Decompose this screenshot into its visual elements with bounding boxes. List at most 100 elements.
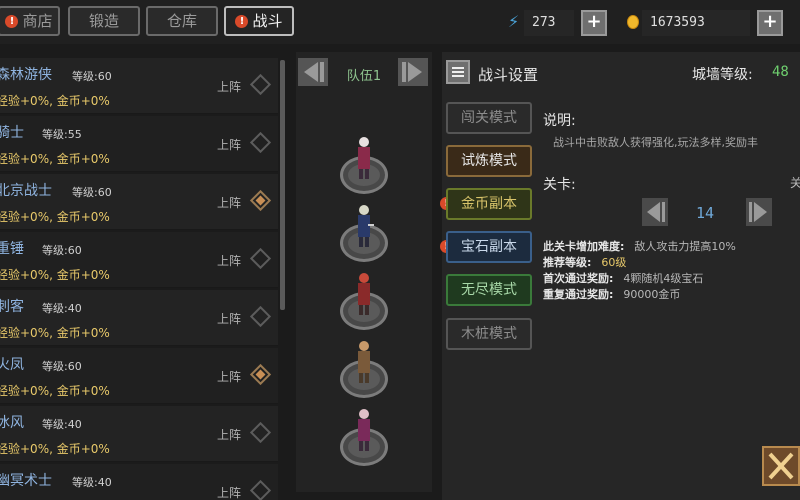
hero-level: 等级:40	[42, 302, 82, 315]
tab-battle-label: 战斗	[252, 12, 283, 30]
mode-dummy-button[interactable]: 木桩模式	[446, 318, 532, 350]
hero-name: 重锤	[0, 241, 24, 257]
deploy-label[interactable]: 上阵	[217, 252, 241, 269]
hero-row[interactable]: 骑士 等级:55 经验+0%, 金币+0% 上阵	[0, 116, 278, 172]
tab-warehouse[interactable]: 仓库	[146, 6, 218, 36]
stage-extra: 关	[790, 176, 800, 190]
hero-list-scrollbar[interactable]	[280, 60, 285, 310]
hero-sprite	[358, 205, 374, 247]
deploy-label[interactable]: 上阵	[217, 484, 241, 500]
repeat-clear-reward-label: 重复通过奖励:	[543, 288, 614, 301]
team-slot[interactable]	[340, 260, 388, 330]
team-panel: 队伍1	[296, 52, 432, 492]
deploy-toggle[interactable]	[249, 131, 272, 154]
alert-icon: !	[235, 15, 249, 28]
team-slot[interactable]	[340, 192, 388, 262]
team-slot[interactable]	[340, 328, 388, 398]
deploy-toggle[interactable]	[249, 73, 272, 96]
panel-title: 战斗设置	[478, 66, 539, 84]
deploy-label[interactable]: 上阵	[217, 368, 241, 385]
deploy-label[interactable]: 上阵	[217, 310, 241, 327]
mode-gem-dungeon-button[interactable]: 宝石副本	[446, 231, 532, 263]
hero-level: 等级:40	[42, 418, 82, 431]
difficulty-label: 此关卡增加难度:	[543, 240, 625, 253]
tab-forge[interactable]: 锻造	[68, 6, 140, 36]
first-clear-reward-value: 4颗随机4级宝石	[623, 272, 704, 285]
next-stage-button[interactable]	[746, 198, 772, 226]
wall-level-label: 城墙等级:	[692, 67, 753, 83]
mode-endless-button[interactable]: 无尽模式	[446, 274, 532, 306]
hero-bonus: 经验+0%, 金币+0%	[0, 442, 110, 456]
hero-sprite	[358, 273, 370, 315]
hero-name: 刺客	[0, 299, 24, 315]
mode-stage-button[interactable]: 闯关模式	[446, 102, 532, 134]
add-energy-button[interactable]: +	[581, 10, 607, 36]
deploy-label[interactable]: 上阵	[217, 136, 241, 153]
hero-name: 森林游侠	[0, 67, 52, 83]
stage-number: 14	[696, 204, 715, 222]
deploy-toggle[interactable]	[249, 479, 272, 500]
hero-name: 北京战士	[0, 183, 52, 199]
mode-gold-dungeon-button[interactable]: 金币副本	[446, 188, 532, 220]
hero-name: 幽冥术士	[0, 473, 52, 489]
hero-bonus: 经验+0%, 金币+0%	[0, 384, 110, 398]
hero-row[interactable]: 刺客 等级:40 经验+0%, 金币+0% 上阵	[0, 290, 278, 346]
deploy-label[interactable]: 上阵	[217, 78, 241, 95]
difficulty-row: 此关卡增加难度: 敌人攻击力提高10%	[543, 238, 736, 254]
hero-row[interactable]: 北京战士 等级:60 经验+0%, 金币+0% 上阵	[0, 174, 278, 230]
description-text: 战斗中击败敌人获得强化,玩法多样,奖励丰	[553, 136, 758, 149]
top-bar: ! 商店 锻造 仓库 ! 战斗 ⚡ 273 + 1673593 +	[0, 0, 800, 44]
deploy-toggle[interactable]	[249, 421, 272, 444]
tab-battle[interactable]: ! 战斗	[224, 6, 294, 36]
next-team-button[interactable]	[398, 58, 428, 86]
hero-level: 等级:60	[42, 360, 82, 373]
battle-start-button[interactable]	[762, 446, 800, 486]
deploy-label[interactable]: 上阵	[217, 426, 241, 443]
first-clear-reward-row: 首次通过奖励: 4颗随机4级宝石	[543, 270, 703, 286]
hero-sprite	[358, 137, 370, 179]
first-clear-reward-label: 首次通过奖励:	[543, 272, 614, 285]
menu-icon[interactable]	[446, 60, 470, 84]
hero-level: 等级:60	[72, 70, 112, 83]
description-label: 说明:	[543, 113, 576, 129]
prev-stage-button[interactable]	[642, 198, 668, 226]
tab-shop-label: 商店	[22, 12, 53, 30]
team-slot[interactable]	[340, 396, 388, 466]
team-slot[interactable]	[340, 124, 388, 194]
recommended-level-value: 60级	[601, 256, 627, 269]
hero-row[interactable]: 重锤 等级:60 经验+0%, 金币+0% 上阵	[0, 232, 278, 288]
tab-warehouse-label: 仓库	[166, 12, 197, 30]
recommended-level-label: 推荐等级:	[543, 256, 592, 269]
recommended-level-row: 推荐等级: 60级	[543, 254, 626, 270]
hero-level: 等级:60	[72, 186, 112, 199]
add-gold-button[interactable]: +	[757, 10, 783, 36]
hero-bonus: 经验+0%, 金币+0%	[0, 94, 110, 108]
mode-trial-button[interactable]: 试炼模式	[446, 145, 532, 177]
deploy-toggle[interactable]	[249, 189, 272, 212]
hero-name: 火凤	[0, 357, 24, 373]
gold-coin-icon	[627, 15, 639, 29]
hero-bonus: 经验+0%, 金币+0%	[0, 268, 110, 282]
hero-row[interactable]: 幽冥术士 等级:40 上阵	[0, 464, 278, 500]
hero-level: 等级:55	[42, 128, 82, 141]
deploy-toggle[interactable]	[249, 305, 272, 328]
energy-value: 273	[524, 10, 574, 36]
repeat-clear-reward-row: 重复通过奖励: 90000金币	[543, 286, 680, 302]
hero-sprite	[358, 341, 370, 383]
hero-name: 冰风	[0, 415, 24, 431]
hero-row[interactable]: 森林游侠 等级:60 经验+0%, 金币+0% 上阵	[0, 58, 278, 114]
hero-level: 等级:40	[72, 476, 112, 489]
hero-sprite	[358, 409, 370, 451]
deploy-label[interactable]: 上阵	[217, 194, 241, 211]
team-header: 队伍1	[296, 56, 432, 88]
wall-level-value: 48	[772, 64, 789, 80]
hero-row[interactable]: 冰风 等级:40 经验+0%, 金币+0% 上阵	[0, 406, 278, 462]
difficulty-value: 敌人攻击力提高10%	[634, 240, 736, 253]
tab-shop[interactable]: ! 商店	[0, 6, 60, 36]
tab-forge-label: 锻造	[88, 12, 119, 30]
deploy-toggle[interactable]	[249, 247, 272, 270]
hero-row[interactable]: 火凤 等级:60 经验+0%, 金币+0% 上阵	[0, 348, 278, 404]
deploy-toggle[interactable]	[249, 363, 272, 386]
hero-bonus: 经验+0%, 金币+0%	[0, 210, 110, 224]
energy-icon: ⚡	[508, 12, 520, 31]
